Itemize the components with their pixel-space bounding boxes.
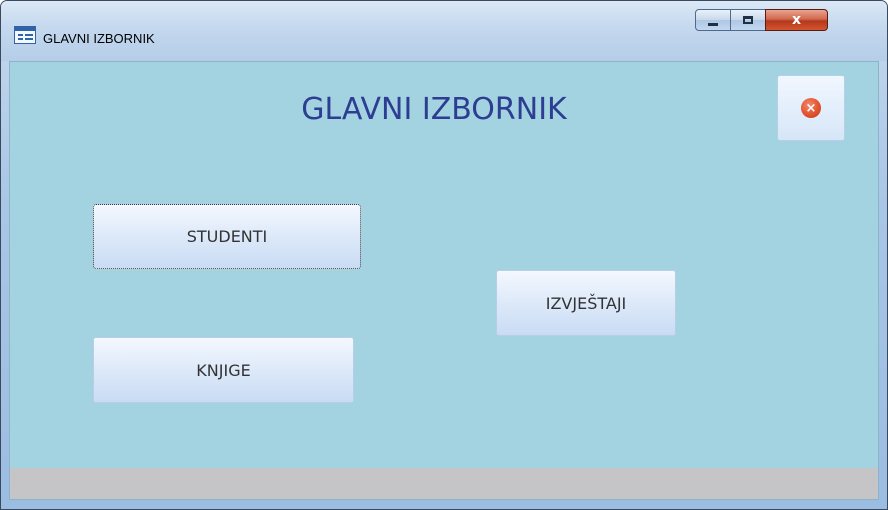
knjige-button[interactable]: KNJIGE bbox=[93, 337, 354, 403]
close-form-button[interactable]: × bbox=[777, 75, 845, 141]
form-icon[interactable] bbox=[14, 26, 36, 44]
close-circle-icon: × bbox=[801, 98, 821, 118]
izvjestaji-button[interactable]: IZVJEŠTAJI bbox=[496, 270, 676, 336]
minimize-icon bbox=[708, 22, 718, 26]
maximize-icon bbox=[743, 16, 753, 24]
title-bar[interactable]: GLAVNI IZBORNIK x bbox=[1, 1, 887, 61]
app-window: GLAVNI IZBORNIK x GLAVNI IZBORNIK × STUD… bbox=[0, 0, 888, 510]
window-title: GLAVNI IZBORNIK bbox=[43, 31, 155, 46]
window-close-button[interactable]: x bbox=[765, 9, 828, 31]
close-icon: x bbox=[791, 12, 802, 28]
form-area: GLAVNI IZBORNIK × STUDENTI IZVJEŠTAJI KN… bbox=[9, 61, 879, 500]
form-heading: GLAVNI IZBORNIK bbox=[301, 92, 567, 127]
form-footer bbox=[10, 468, 878, 499]
minimize-button[interactable] bbox=[695, 9, 731, 31]
studenti-button[interactable]: STUDENTI bbox=[93, 204, 361, 269]
maximize-button[interactable] bbox=[730, 9, 766, 31]
